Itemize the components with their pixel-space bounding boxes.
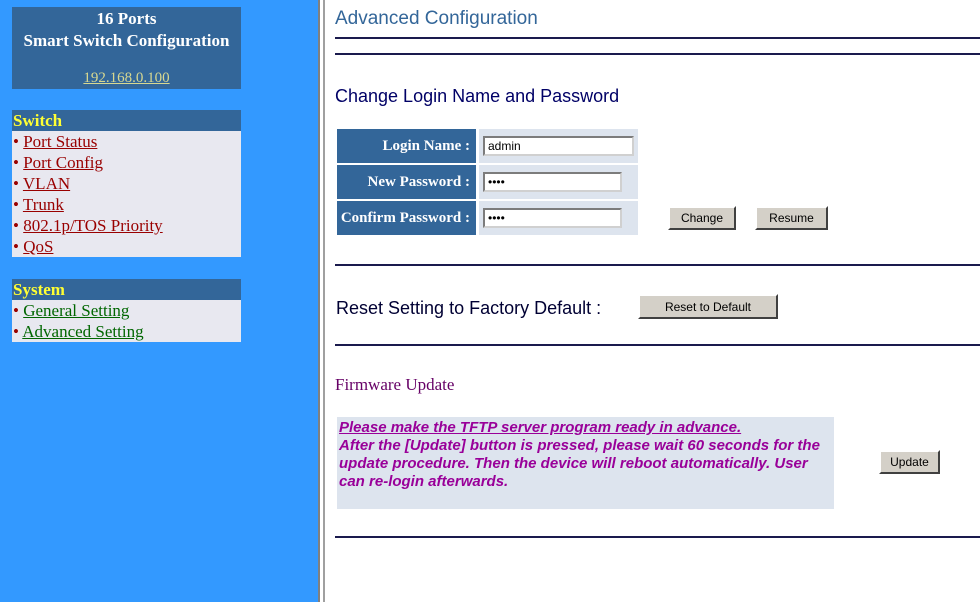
new-password-cell bbox=[479, 165, 638, 199]
system-menu: System • General Setting • Advanced Sett… bbox=[12, 279, 241, 342]
bullet-icon: • bbox=[13, 237, 19, 256]
menu-item-port-status[interactable]: • Port Status bbox=[12, 131, 241, 152]
change-button[interactable]: Change bbox=[668, 206, 736, 230]
login-section-heading: Change Login Name and Password bbox=[335, 86, 620, 106]
device-title-box: 16 Ports Smart Switch Configuration 192.… bbox=[12, 7, 241, 89]
firmware-instructions: Please make the TFTP server program read… bbox=[337, 417, 834, 509]
menu-item-general-setting[interactable]: • General Setting bbox=[12, 300, 241, 321]
divider bbox=[335, 344, 980, 346]
firmware-note-tftp: Please make the TFTP server program read… bbox=[339, 419, 742, 436]
menu-item-trunk[interactable]: • Trunk bbox=[12, 194, 241, 215]
reset-to-default-button[interactable]: Reset to Default bbox=[638, 294, 778, 319]
login-name-input[interactable] bbox=[483, 136, 634, 156]
firmware-note-instructions: After the [Update] button is pressed, pl… bbox=[339, 437, 820, 490]
content-frame: Advanced Configuration Change Login Name… bbox=[325, 0, 980, 602]
bullet-icon: • bbox=[13, 216, 19, 235]
divider bbox=[335, 264, 980, 266]
general-setting-link[interactable]: General Setting bbox=[23, 301, 129, 320]
trunk-link[interactable]: Trunk bbox=[23, 195, 64, 214]
port-config-link[interactable]: Port Config bbox=[23, 153, 103, 172]
bullet-icon: • bbox=[13, 132, 19, 151]
switch-menu: Switch • Port Status • Port Config • VLA… bbox=[12, 110, 241, 257]
bullet-icon: • bbox=[13, 322, 19, 341]
login-name-label: Login Name : bbox=[337, 129, 476, 163]
firmware-update-heading: Firmware Update bbox=[335, 375, 455, 394]
page-title: Advanced Configuration bbox=[335, 8, 538, 29]
new-password-label: New Password : bbox=[337, 165, 476, 199]
bullet-icon: • bbox=[13, 301, 19, 320]
confirm-password-label: Confirm Password : bbox=[337, 201, 476, 235]
menu-item-qos[interactable]: • QoS bbox=[12, 236, 241, 257]
switch-menu-heading: Switch bbox=[12, 110, 241, 131]
system-menu-heading: System bbox=[12, 279, 241, 300]
bullet-icon: • bbox=[13, 195, 19, 214]
new-password-input[interactable] bbox=[483, 172, 622, 192]
menu-item-port-config[interactable]: • Port Config bbox=[12, 152, 241, 173]
menu-item-advanced-setting[interactable]: • Advanced Setting bbox=[12, 321, 241, 342]
divider bbox=[335, 53, 980, 55]
port-status-link[interactable]: Port Status bbox=[23, 132, 97, 151]
menu-item-vlan[interactable]: • VLAN bbox=[12, 173, 241, 194]
vlan-link[interactable]: VLAN bbox=[23, 174, 70, 193]
bullet-icon: • bbox=[13, 153, 19, 172]
navigation-frame: 16 Ports Smart Switch Configuration 192.… bbox=[0, 0, 318, 602]
priority-link[interactable]: 802.1p/TOS Priority bbox=[23, 216, 162, 235]
device-title-ports: 16 Ports bbox=[96, 9, 157, 28]
device-ip-link[interactable]: 192.168.0.100 bbox=[12, 70, 241, 87]
divider bbox=[335, 536, 980, 538]
resume-button[interactable]: Resume bbox=[755, 206, 828, 230]
divider bbox=[335, 37, 980, 39]
frame-splitter[interactable] bbox=[318, 0, 325, 602]
device-title-name: Smart Switch Configuration bbox=[23, 31, 230, 50]
bullet-icon: • bbox=[13, 174, 19, 193]
login-name-cell bbox=[479, 129, 638, 163]
advanced-setting-link[interactable]: Advanced Setting bbox=[22, 322, 143, 341]
reset-factory-label: Reset Setting to Factory Default : bbox=[336, 298, 602, 318]
menu-item-priority[interactable]: • 802.1p/TOS Priority bbox=[12, 215, 241, 236]
confirm-password-cell bbox=[479, 201, 638, 235]
update-button[interactable]: Update bbox=[879, 450, 940, 474]
qos-link[interactable]: QoS bbox=[23, 237, 53, 256]
confirm-password-input[interactable] bbox=[483, 208, 622, 228]
